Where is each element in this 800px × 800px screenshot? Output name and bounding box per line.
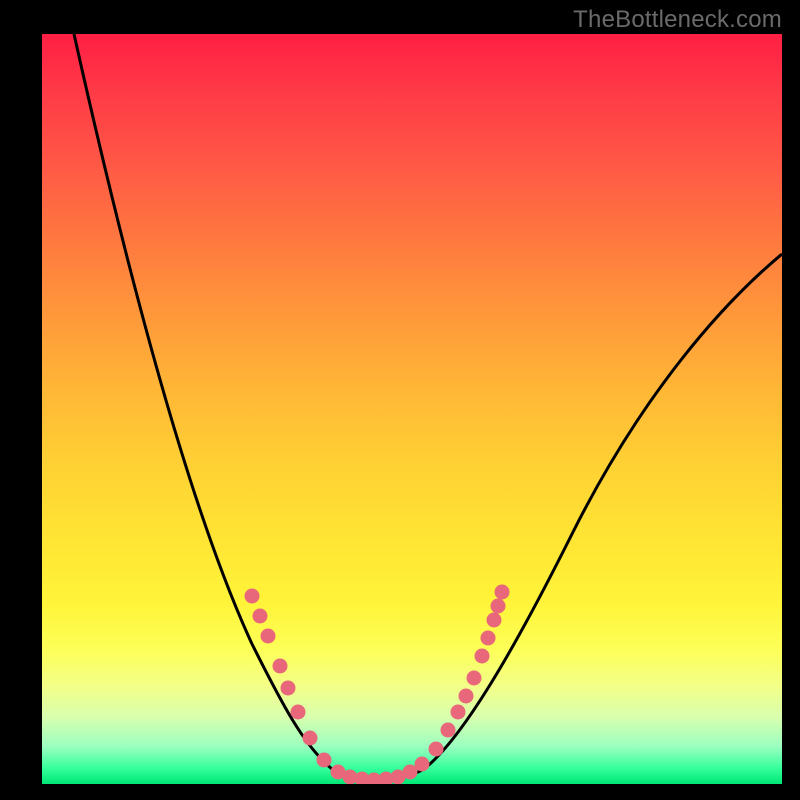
data-point [459, 689, 474, 704]
data-point [273, 659, 288, 674]
data-point [317, 753, 332, 768]
data-point [487, 613, 502, 628]
data-point [429, 742, 444, 757]
data-point [261, 629, 276, 644]
curve-svg [42, 34, 782, 784]
data-point [451, 705, 466, 720]
data-point [481, 631, 496, 646]
data-point [415, 757, 430, 772]
data-point [495, 585, 510, 600]
data-point [253, 609, 268, 624]
data-point [281, 681, 296, 696]
plot-area [42, 34, 782, 784]
data-point [245, 589, 260, 604]
watermark-text: TheBottleneck.com [573, 6, 782, 34]
data-point [291, 705, 306, 720]
data-point [475, 649, 490, 664]
data-markers [245, 585, 510, 785]
chart-frame: TheBottleneck.com [0, 0, 800, 800]
bottleneck-curve [74, 34, 782, 780]
data-point [303, 731, 318, 746]
data-point [441, 723, 456, 738]
data-point [491, 599, 506, 614]
data-point [467, 671, 482, 686]
